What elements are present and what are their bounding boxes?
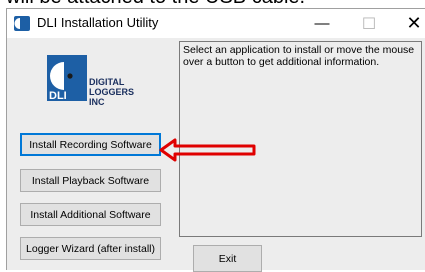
- title-bar: DLI Installation Utility — ☐ ✕: [7, 9, 425, 38]
- logger-wizard-button[interactable]: Logger Wizard (after install): [20, 237, 161, 260]
- logo-badge-text: DLI: [49, 90, 67, 102]
- dli-logo: DLI DIGITAL LOGGERS INC: [37, 45, 142, 117]
- logo-line-1: DIGITAL: [89, 77, 125, 87]
- close-button[interactable]: ✕: [391, 9, 425, 38]
- install-playback-button[interactable]: Install Playback Software: [20, 169, 161, 192]
- minimize-button[interactable]: —: [299, 9, 345, 38]
- installer-window: DLI Installation Utility — ☐ ✕ DLI DIGIT…: [6, 8, 425, 272]
- exit-button[interactable]: Exit: [193, 245, 262, 272]
- logo-line-3: INC: [89, 97, 105, 107]
- logo-line-2: LOGGERS: [89, 87, 135, 97]
- app-icon: [14, 16, 30, 31]
- install-recording-button[interactable]: Install Recording Software: [20, 133, 161, 156]
- maximize-button[interactable]: ☐: [346, 9, 392, 38]
- red-arrow-annotation: [159, 138, 256, 162]
- window-title: DLI Installation Utility: [37, 15, 159, 30]
- install-additional-button[interactable]: Install Additional Software: [20, 203, 161, 226]
